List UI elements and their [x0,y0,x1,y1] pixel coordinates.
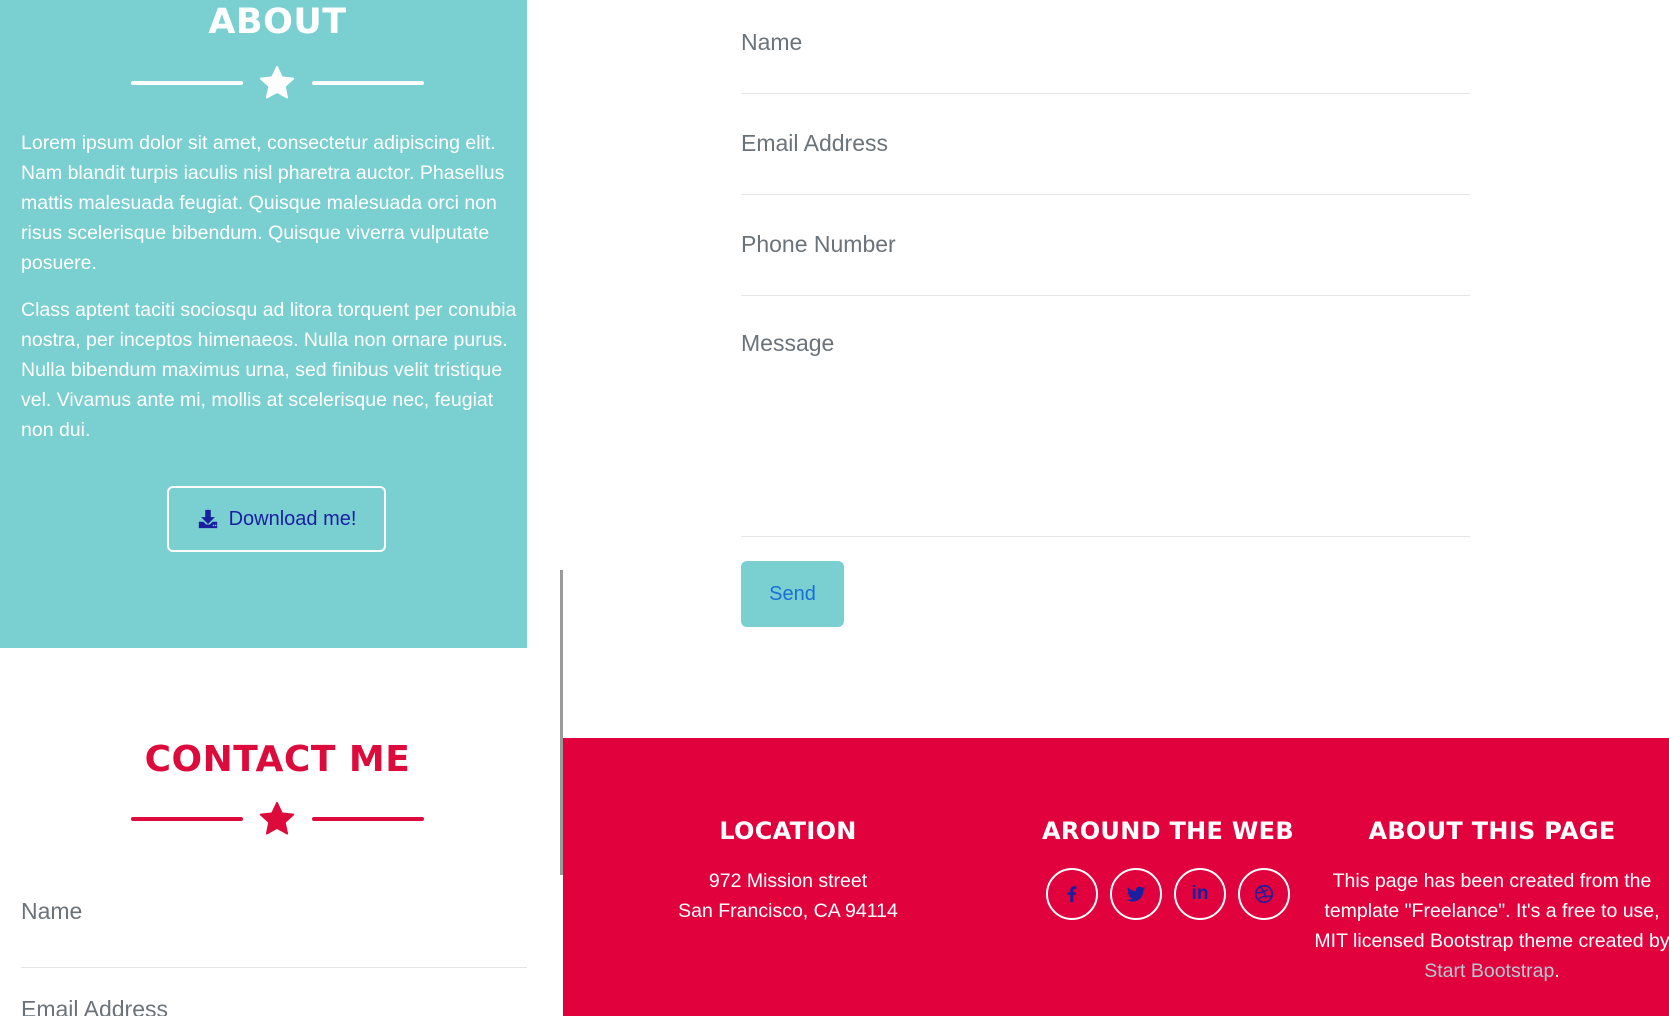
name-field[interactable]: Name [741,0,1470,94]
location-title: LOCATION [719,817,857,845]
about-title: ABOUT [208,2,347,42]
star-icon [259,801,295,835]
footer-location: LOCATION 972 Mission street San Francisc… [608,738,968,926]
download-label: Download me! [228,507,357,530]
about-text: Lorem ipsum dolor sit amet, consectetur … [21,128,527,462]
email-field[interactable]: Email Address [741,94,1470,195]
about-paragraph-1: Lorem ipsum dolor sit amet, consectetur … [21,132,505,274]
about-section: ABOUT Lorem ipsum dolor sit amet, consec… [0,0,527,648]
facebook-icon[interactable] [1046,868,1098,920]
about-page-title: ABOUT THIS PAGE [1368,817,1616,845]
message-field[interactable]: Message [741,296,1470,537]
name-field-label: Name [741,29,803,55]
email-field-label: Email Address [741,130,889,156]
linkedin-icon[interactable]: in [1174,868,1226,920]
start-bootstrap-link[interactable]: Start Bootstrap [1424,960,1554,982]
social-links: in [988,868,1348,920]
phone-field[interactable]: Phone Number [741,195,1470,296]
twitter-icon[interactable] [1110,868,1162,920]
footer: LOCATION 972 Mission street San Francisc… [563,738,1669,1016]
footer-web: AROUND THE WEB in [988,738,1348,920]
download-icon [198,509,217,529]
footer-about: ABOUT THIS PAGE This page has been creat… [1310,738,1669,986]
email-field-label: Email Address [21,996,169,1016]
web-title: AROUND THE WEB [1042,817,1294,845]
star-icon [259,65,295,99]
email-field[interactable]: Email Address [21,996,527,1016]
about-paragraph-2: Class aptent taciti sociosqu ad litora t… [21,299,517,441]
location-line-2: San Francisco, CA 94114 [678,900,898,922]
about-page-text: This page has been created from the temp… [1314,870,1669,982]
contact-title: CONTACT ME [144,739,411,780]
phone-field-label: Phone Number [741,231,896,257]
name-field[interactable]: Name [21,898,527,968]
star-divider-contact [131,799,424,839]
message-field-label: Message [741,330,835,356]
left-panel: ABOUT Lorem ipsum dolor sit amet, consec… [0,0,527,1016]
location-line-1: 972 Mission street [708,870,868,892]
right-panel: Name Email Address Phone Number Message … [563,0,1669,1016]
name-field-label: Name [21,898,83,924]
star-divider [131,63,424,103]
dribbble-icon[interactable] [1238,868,1290,920]
download-button[interactable]: Download me! [167,486,386,552]
send-button[interactable]: Send [741,561,844,627]
